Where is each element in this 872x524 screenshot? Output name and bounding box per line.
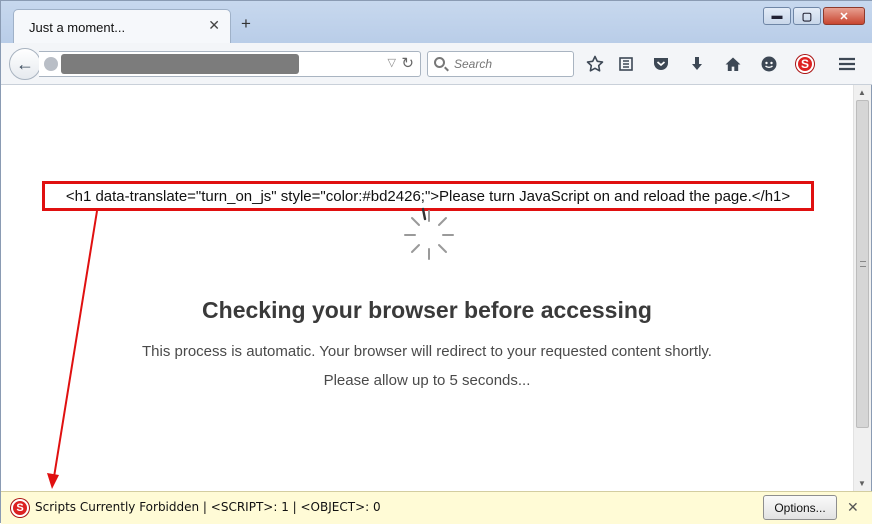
maximize-icon: ▢ <box>801 10 813 23</box>
search-input[interactable] <box>452 56 567 72</box>
scroll-up-icon[interactable]: ▲ <box>858 88 866 97</box>
tab-close-icon[interactable]: ✕ <box>208 17 220 34</box>
noscript-letter: S <box>796 55 814 73</box>
minimize-button[interactable]: ▬ <box>763 7 791 25</box>
scroll-down-icon[interactable]: ▼ <box>858 479 866 488</box>
close-window-button[interactable]: ✕ <box>823 7 865 25</box>
scrollbar-thumb[interactable] <box>856 100 869 428</box>
info-text-line1: This process is automatic. Your browser … <box>142 343 712 360</box>
search-icon <box>434 57 445 68</box>
tab-title: Just a moment... <box>29 20 126 35</box>
page-content <box>1 85 853 491</box>
noscript-icon[interactable]: S <box>11 499 29 517</box>
search-bar[interactable] <box>427 51 574 77</box>
redacted-url <box>61 54 299 74</box>
close-icon: ✕ <box>839 10 849 23</box>
home-icon[interactable] <box>721 52 745 76</box>
browser-window: Just a moment... ✕ + ▬ ▢ ✕ ← ▽ ↻ Search … <box>0 0 872 524</box>
chat-icon[interactable] <box>757 52 781 76</box>
url-bar[interactable]: ▽ ↻ <box>39 51 421 77</box>
globe-icon <box>44 57 58 71</box>
download-icon[interactable] <box>685 52 709 76</box>
tab-active[interactable]: Just a moment... ✕ <box>13 9 231 43</box>
page-heading: Checking your browser before accessing <box>202 297 652 323</box>
back-arrow-icon: ← <box>16 53 34 74</box>
navigation-toolbar: ← ▽ ↻ S <box>1 43 872 85</box>
options-button[interactable]: Options... <box>763 495 837 520</box>
window-controls: ▬ ▢ ✕ <box>763 7 865 25</box>
close-notification-icon[interactable]: ✕ <box>847 499 859 516</box>
title-bar: Just a moment... ✕ + ▬ ▢ ✕ <box>1 1 872 43</box>
pocket-icon[interactable] <box>649 52 673 76</box>
notification-text: Scripts Currently Forbidden | <SCRIPT>: … <box>35 500 381 514</box>
star-icon[interactable] <box>583 52 607 76</box>
scroll-grip <box>860 261 866 267</box>
reading-list-icon[interactable] <box>614 52 638 76</box>
menu-icon[interactable] <box>835 52 859 76</box>
info-text-line2: Please allow up to 5 seconds... <box>323 372 531 389</box>
vertical-scrollbar[interactable]: ▲ ▼ <box>853 85 871 491</box>
noscript-icon[interactable]: S <box>793 52 817 76</box>
back-button[interactable]: ← <box>9 48 41 80</box>
minimize-icon: ▬ <box>771 10 783 22</box>
annotation-code-text: <h1 data-translate="turn_on_js" style="c… <box>65 187 791 205</box>
new-tab-icon[interactable]: + <box>241 15 251 32</box>
maximize-button[interactable]: ▢ <box>793 7 821 25</box>
noscript-notification-bar: S Scripts Currently Forbidden | <SCRIPT>… <box>1 491 872 524</box>
reload-icon[interactable]: ↻ <box>401 54 414 72</box>
loading-spinner-icon <box>404 207 454 260</box>
url-dropdown-icon[interactable]: ▽ <box>388 56 396 69</box>
